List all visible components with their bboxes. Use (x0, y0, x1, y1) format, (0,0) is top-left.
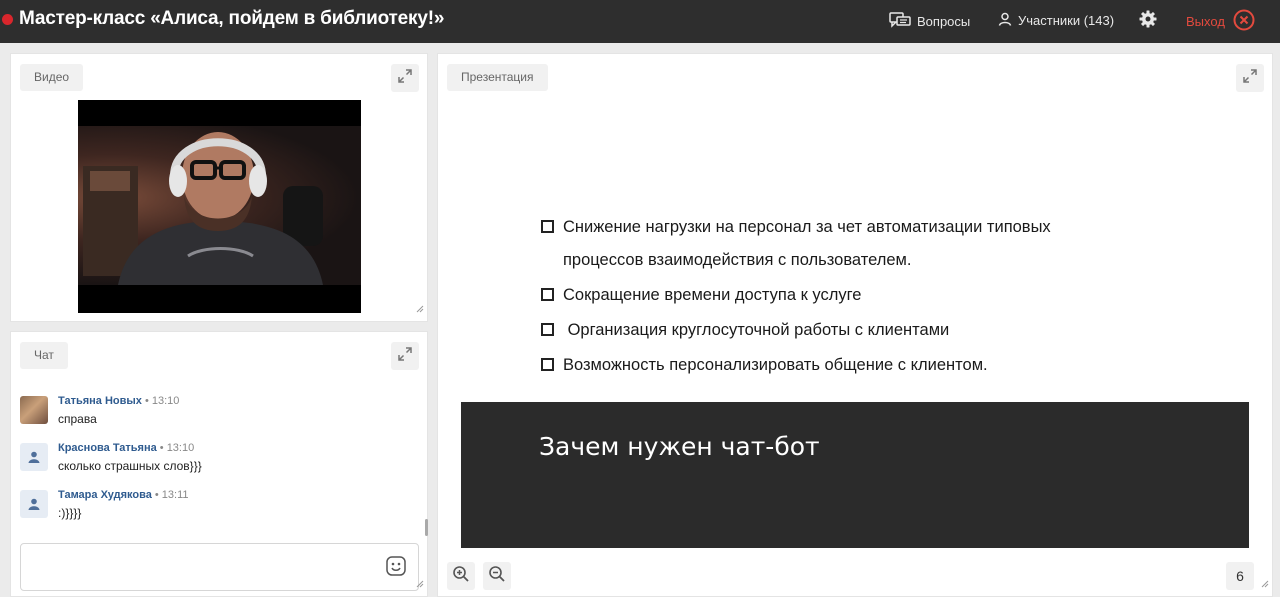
slide-bullet: Снижение нагрузки на персонал за чет авт… (541, 219, 1051, 235)
message-text: справа (58, 412, 97, 426)
presentation-panel-label: Презентация (447, 64, 548, 91)
video-panel-label: Видео (20, 64, 84, 91)
message-author[interactable]: Краснова Татьяна (58, 442, 157, 454)
participants-button[interactable]: Участники (143) (998, 12, 1114, 29)
participants-label: Участники (143) (1018, 13, 1115, 28)
resize-grip-icon[interactable] (1261, 575, 1269, 593)
checkbox-bullet-icon (541, 288, 554, 301)
message-time: • 13:11 (154, 489, 189, 501)
record-dot-icon (2, 14, 13, 25)
message-author[interactable]: Татьяна Новых (58, 395, 142, 407)
chat-message-input[interactable] (31, 544, 371, 590)
slide-bullet: Возможность персонализировать общение с … (541, 357, 1051, 373)
resize-grip-icon[interactable] (416, 300, 424, 318)
chat-message: Тамара Худякова • 13:11 :)}}}} (20, 486, 410, 533)
checkbox-bullet-icon (541, 323, 554, 336)
slide-page-number[interactable]: 6 (1226, 562, 1254, 590)
close-circle-icon (1233, 9, 1255, 34)
zoom-in-button[interactable] (447, 562, 475, 590)
chat-panel: Чат Татьяна Новых • 13:10 справа Краснов… (10, 331, 428, 597)
exit-label: Выход (1186, 14, 1225, 29)
slide-bullet-continuation: процессов взаимодействия с пользователем… (563, 251, 912, 269)
message-time: • 13:10 (159, 442, 195, 454)
exit-button[interactable]: Выход (1186, 9, 1255, 34)
presentation-expand-button[interactable] (1236, 64, 1264, 92)
chat-input-box (20, 543, 419, 591)
page-title: Мастер-класс «Алиса, пойдем в библиотеку… (19, 8, 445, 29)
slide-title: Зачем нужен чат-бот (539, 432, 820, 461)
user-avatar-icon (20, 490, 48, 518)
slide-bullet: Организация круглосуточной работы с клие… (541, 322, 1051, 338)
chat-message: Краснова Татьяна • 13:10 сколько страшны… (20, 439, 410, 486)
speaker-image (83, 132, 323, 285)
presentation-panel: Презентация Снижение нагрузки на персона… (437, 53, 1273, 597)
questions-icon (889, 12, 911, 31)
message-text: :)}}}} (58, 506, 82, 520)
zoom-in-icon (452, 565, 470, 588)
smile-icon[interactable] (386, 556, 406, 581)
zoom-out-button[interactable] (483, 562, 511, 590)
questions-button[interactable]: Вопросы (889, 12, 970, 31)
video-expand-button[interactable] (391, 64, 419, 92)
video-stream[interactable] (78, 100, 361, 313)
expand-icon (398, 68, 412, 88)
expand-icon (398, 346, 412, 366)
settings-button[interactable] (1139, 10, 1157, 31)
resize-grip-icon[interactable] (416, 575, 424, 593)
top-bar: Мастер-класс «Алиса, пойдем в библиотеку… (0, 0, 1280, 43)
questions-label: Вопросы (917, 14, 971, 29)
user-icon (998, 12, 1012, 29)
checkbox-bullet-icon (541, 358, 554, 371)
video-frame (78, 126, 361, 285)
message-author[interactable]: Тамара Худякова (58, 489, 152, 501)
slide-bullet-list: Снижение нагрузки на персонал за чет авт… (541, 219, 1051, 393)
user-avatar-icon (20, 443, 48, 471)
chat-message: Татьяна Новых • 13:10 справа (20, 392, 410, 439)
slide-bullet: Сокращение времени доступа к услуге (541, 287, 1051, 303)
slide-title-bar: Зачем нужен чат-бот (461, 402, 1249, 548)
gear-icon (1139, 10, 1157, 31)
presentation-slide: Снижение нагрузки на персонал за чет авт… (461, 100, 1249, 548)
checkbox-bullet-icon (541, 220, 554, 233)
expand-icon (1243, 68, 1257, 88)
video-panel: Видео (10, 53, 428, 322)
chat-expand-button[interactable] (391, 342, 419, 370)
avatar (20, 396, 48, 424)
zoom-out-icon (488, 565, 506, 588)
chat-message-list: Татьяна Новых • 13:10 справа Краснова Та… (20, 392, 410, 533)
message-time: • 13:10 (144, 395, 180, 407)
chat-panel-label: Чат (20, 342, 68, 369)
chat-scrollbar[interactable] (425, 519, 428, 536)
message-text: сколько страшных слов}}} (58, 459, 202, 473)
